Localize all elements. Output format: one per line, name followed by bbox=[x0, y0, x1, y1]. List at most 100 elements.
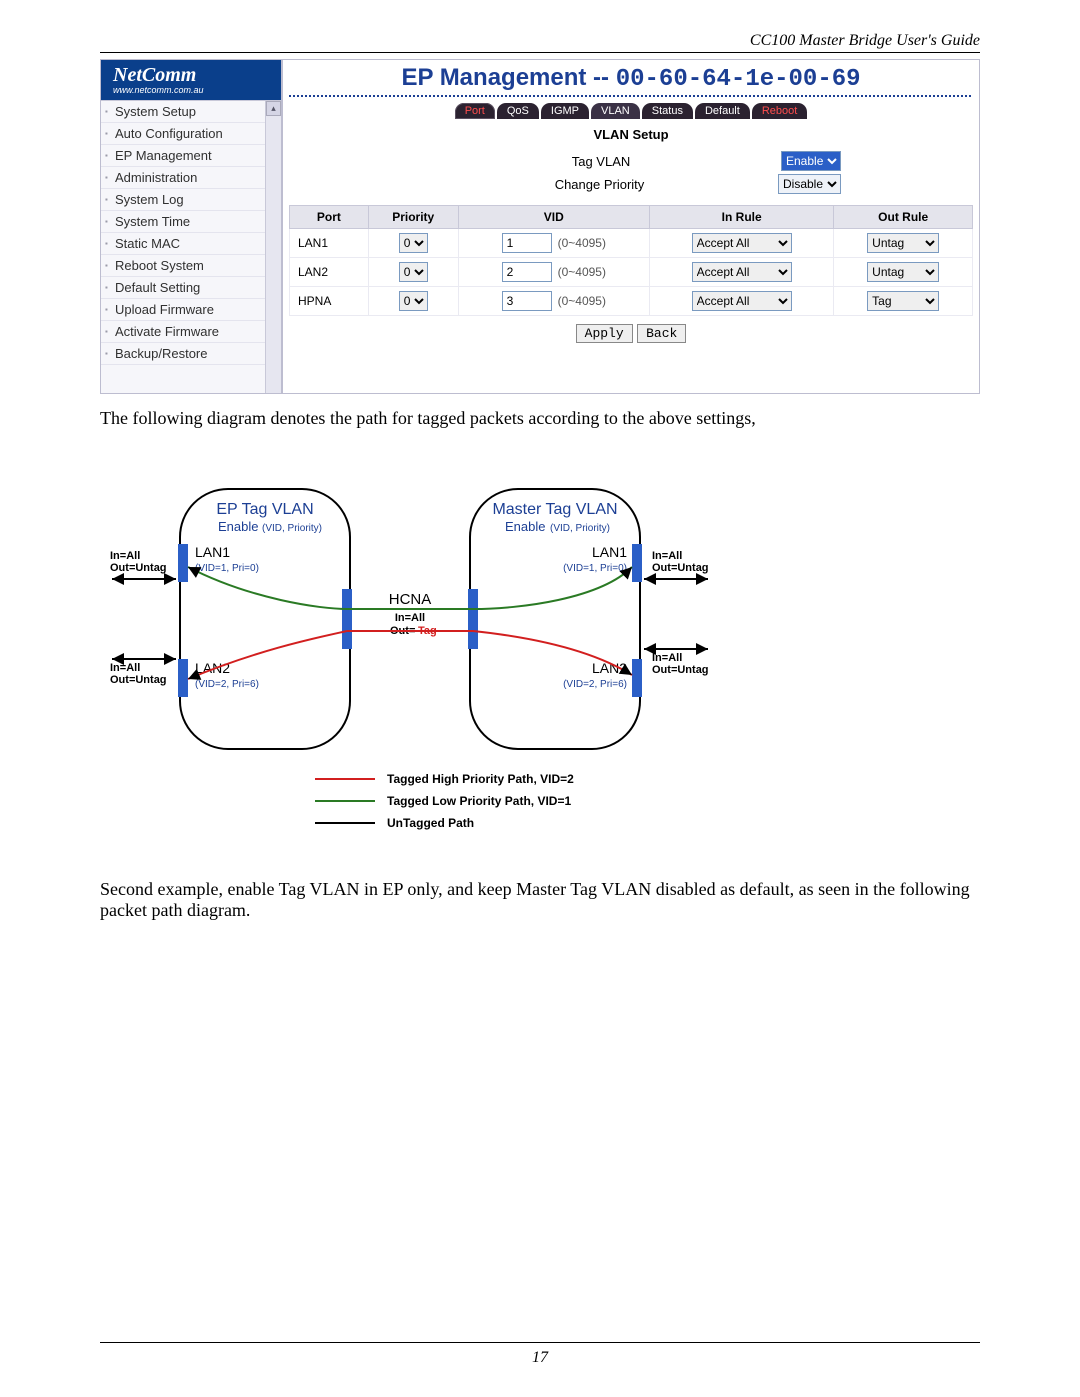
sidebar: NetComm www.netcomm.com.au System Setup … bbox=[101, 60, 283, 393]
vid-range: (0~4095) bbox=[558, 265, 606, 279]
in-rule-select[interactable]: Accept All bbox=[692, 262, 792, 282]
back-button[interactable]: Back bbox=[637, 324, 686, 343]
svg-text:Tagged High Priority Path, VID: Tagged High Priority Path, VID=2 bbox=[387, 772, 574, 786]
svg-text:(VID, Priority): (VID, Priority) bbox=[550, 523, 610, 534]
section-title: VLAN Setup bbox=[289, 127, 973, 142]
svg-text:In=All: In=All bbox=[110, 550, 140, 562]
cell-port: HPNA bbox=[290, 287, 369, 316]
th-in-rule: In Rule bbox=[650, 206, 834, 229]
tab-default[interactable]: Default bbox=[695, 103, 750, 119]
th-vid: VID bbox=[458, 206, 649, 229]
in-rule-select[interactable]: Accept All bbox=[692, 291, 792, 311]
svg-text:(VID=2, Pri=6): (VID=2, Pri=6) bbox=[563, 679, 627, 690]
title-mac: 00-60-64-1e-00-69 bbox=[616, 66, 861, 93]
brand-url: www.netcomm.com.au bbox=[113, 85, 281, 95]
tab-qos[interactable]: QoS bbox=[497, 103, 539, 119]
vid-range: (0~4095) bbox=[558, 294, 606, 308]
footer-rule bbox=[100, 1342, 980, 1343]
priority-select[interactable]: 0 bbox=[399, 291, 428, 311]
change-priority-label: Change Priority bbox=[421, 177, 778, 192]
svg-text:LAN1: LAN1 bbox=[195, 544, 230, 560]
nav-item-reboot-system[interactable]: Reboot System bbox=[101, 255, 281, 277]
nav-item-auto-config[interactable]: Auto Configuration bbox=[101, 123, 281, 145]
diag-left-title: EP Tag VLAN bbox=[216, 501, 313, 518]
page-number: 17 bbox=[0, 1349, 1080, 1367]
in-rule-select[interactable]: Accept All bbox=[692, 233, 792, 253]
svg-text:(VID, Priority): (VID, Priority) bbox=[262, 523, 322, 534]
title-rule bbox=[289, 95, 973, 97]
tab-vlan[interactable]: VLAN bbox=[591, 103, 640, 119]
priority-select[interactable]: 0 bbox=[399, 262, 428, 282]
tag-vlan-select[interactable]: Enable bbox=[781, 151, 841, 171]
svg-text:In=All: In=All bbox=[395, 612, 425, 624]
main-panel: EP Management -- 00-60-64-1e-00-69 Port … bbox=[283, 60, 979, 393]
app-screenshot: NetComm www.netcomm.com.au System Setup … bbox=[100, 59, 980, 394]
priority-select[interactable]: 0 bbox=[399, 233, 428, 253]
out-rule-select[interactable]: Untag bbox=[867, 262, 939, 282]
nav-item-static-mac[interactable]: Static MAC bbox=[101, 233, 281, 255]
nav-item-activate-firmware[interactable]: Activate Firmware bbox=[101, 321, 281, 343]
svg-text:(VID=1, Pri=0): (VID=1, Pri=0) bbox=[563, 563, 627, 574]
svg-text:In=All: In=All bbox=[110, 662, 140, 674]
vid-input[interactable] bbox=[502, 291, 552, 311]
svg-text:In=All: In=All bbox=[652, 550, 682, 562]
vlan-config: Tag VLAN Enable Change Priority Disable bbox=[421, 148, 841, 197]
table-row: LAN1 0 (0~4095) Accept All Untag bbox=[290, 229, 973, 258]
out-rule-select[interactable]: Tag bbox=[867, 291, 939, 311]
svg-text:Out=Untag: Out=Untag bbox=[652, 664, 709, 676]
tag-vlan-label: Tag VLAN bbox=[421, 154, 781, 169]
tab-port[interactable]: Port bbox=[455, 103, 495, 119]
svg-text:Enable: Enable bbox=[218, 519, 258, 534]
tab-status[interactable]: Status bbox=[642, 103, 693, 119]
nav-item-system-setup[interactable]: System Setup bbox=[101, 101, 281, 123]
svg-text:HCNA: HCNA bbox=[389, 591, 432, 608]
nav-item-default-setting[interactable]: Default Setting bbox=[101, 277, 281, 299]
nav-list: System Setup Auto Configuration EP Manag… bbox=[101, 101, 281, 365]
title-prefix: EP Management -- bbox=[401, 64, 615, 91]
th-port: Port bbox=[290, 206, 369, 229]
out-rule-select[interactable]: Untag bbox=[867, 233, 939, 253]
svg-text:Out=Untag: Out=Untag bbox=[110, 562, 167, 574]
vid-range: (0~4095) bbox=[558, 236, 606, 250]
button-row: Apply Back bbox=[289, 324, 973, 343]
svg-text:In=All: In=All bbox=[652, 652, 682, 664]
diag-right-title: Master Tag VLAN bbox=[492, 501, 617, 518]
paragraph-1: The following diagram denotes the path f… bbox=[100, 408, 980, 429]
vid-input[interactable] bbox=[502, 262, 552, 282]
nav-item-backup-restore[interactable]: Backup/Restore bbox=[101, 343, 281, 365]
cell-port: LAN1 bbox=[290, 229, 369, 258]
doc-header: CC100 Master Bridge User's Guide bbox=[100, 32, 980, 50]
th-priority: Priority bbox=[368, 206, 458, 229]
nav-item-system-log[interactable]: System Log bbox=[101, 189, 281, 211]
cell-port: LAN2 bbox=[290, 258, 369, 287]
svg-text:Out=Untag: Out=Untag bbox=[110, 674, 167, 686]
svg-text:LAN1: LAN1 bbox=[592, 544, 627, 560]
nav-item-system-time[interactable]: System Time bbox=[101, 211, 281, 233]
svg-text:UnTagged Path: UnTagged Path bbox=[387, 816, 474, 830]
svg-text:(VID=1, Pri=0): (VID=1, Pri=0) bbox=[195, 563, 259, 574]
header-rule bbox=[100, 52, 980, 53]
vlan-table: Port Priority VID In Rule Out Rule LAN1 … bbox=[289, 205, 973, 316]
table-row: LAN2 0 (0~4095) Accept All Untag bbox=[290, 258, 973, 287]
svg-text:Out=Untag: Out=Untag bbox=[652, 562, 709, 574]
nav-item-upload-firmware[interactable]: Upload Firmware bbox=[101, 299, 281, 321]
tab-reboot[interactable]: Reboot bbox=[752, 103, 807, 119]
svg-text:(VID=2, Pri=6): (VID=2, Pri=6) bbox=[195, 679, 259, 690]
nav-wrap: System Setup Auto Configuration EP Manag… bbox=[101, 100, 281, 393]
nav-item-ep-management[interactable]: EP Management bbox=[101, 145, 281, 167]
svg-text:Enable: Enable bbox=[505, 519, 545, 534]
brand-name: NetComm bbox=[113, 65, 281, 85]
sidebar-scrollbar[interactable]: ▴ bbox=[265, 101, 281, 393]
vid-input[interactable] bbox=[502, 233, 552, 253]
apply-button[interactable]: Apply bbox=[576, 324, 633, 343]
th-out-rule: Out Rule bbox=[834, 206, 973, 229]
scroll-up-icon[interactable]: ▴ bbox=[266, 101, 281, 116]
tab-bar: Port QoS IGMP VLAN Status Default Reboot bbox=[289, 103, 973, 119]
paragraph-2: Second example, enable Tag VLAN in EP on… bbox=[100, 879, 980, 921]
table-row: HPNA 0 (0~4095) Accept All Tag bbox=[290, 287, 973, 316]
brand-logo: NetComm www.netcomm.com.au bbox=[101, 60, 281, 100]
change-priority-select[interactable]: Disable bbox=[778, 174, 841, 194]
packet-path-diagram: EP Tag VLAN Enable (VID, Priority) Maste… bbox=[100, 449, 720, 839]
nav-item-administration[interactable]: Administration bbox=[101, 167, 281, 189]
tab-igmp[interactable]: IGMP bbox=[541, 103, 589, 119]
